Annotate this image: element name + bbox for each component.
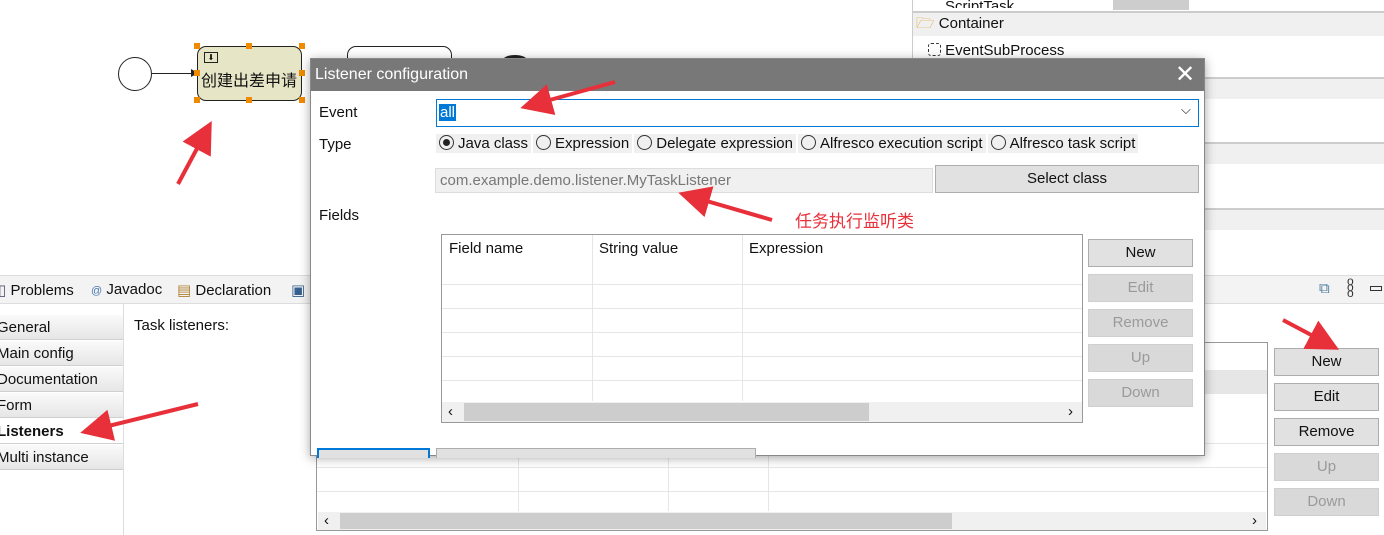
arrow-to-task: [176, 120, 212, 185]
annotation-arrows: [80, 80, 1340, 441]
arrow-to-event: [520, 80, 616, 116]
arrow-to-listeners: [80, 402, 199, 441]
arrow-to-new: [1282, 318, 1340, 350]
arrow-to-class: [678, 186, 773, 222]
